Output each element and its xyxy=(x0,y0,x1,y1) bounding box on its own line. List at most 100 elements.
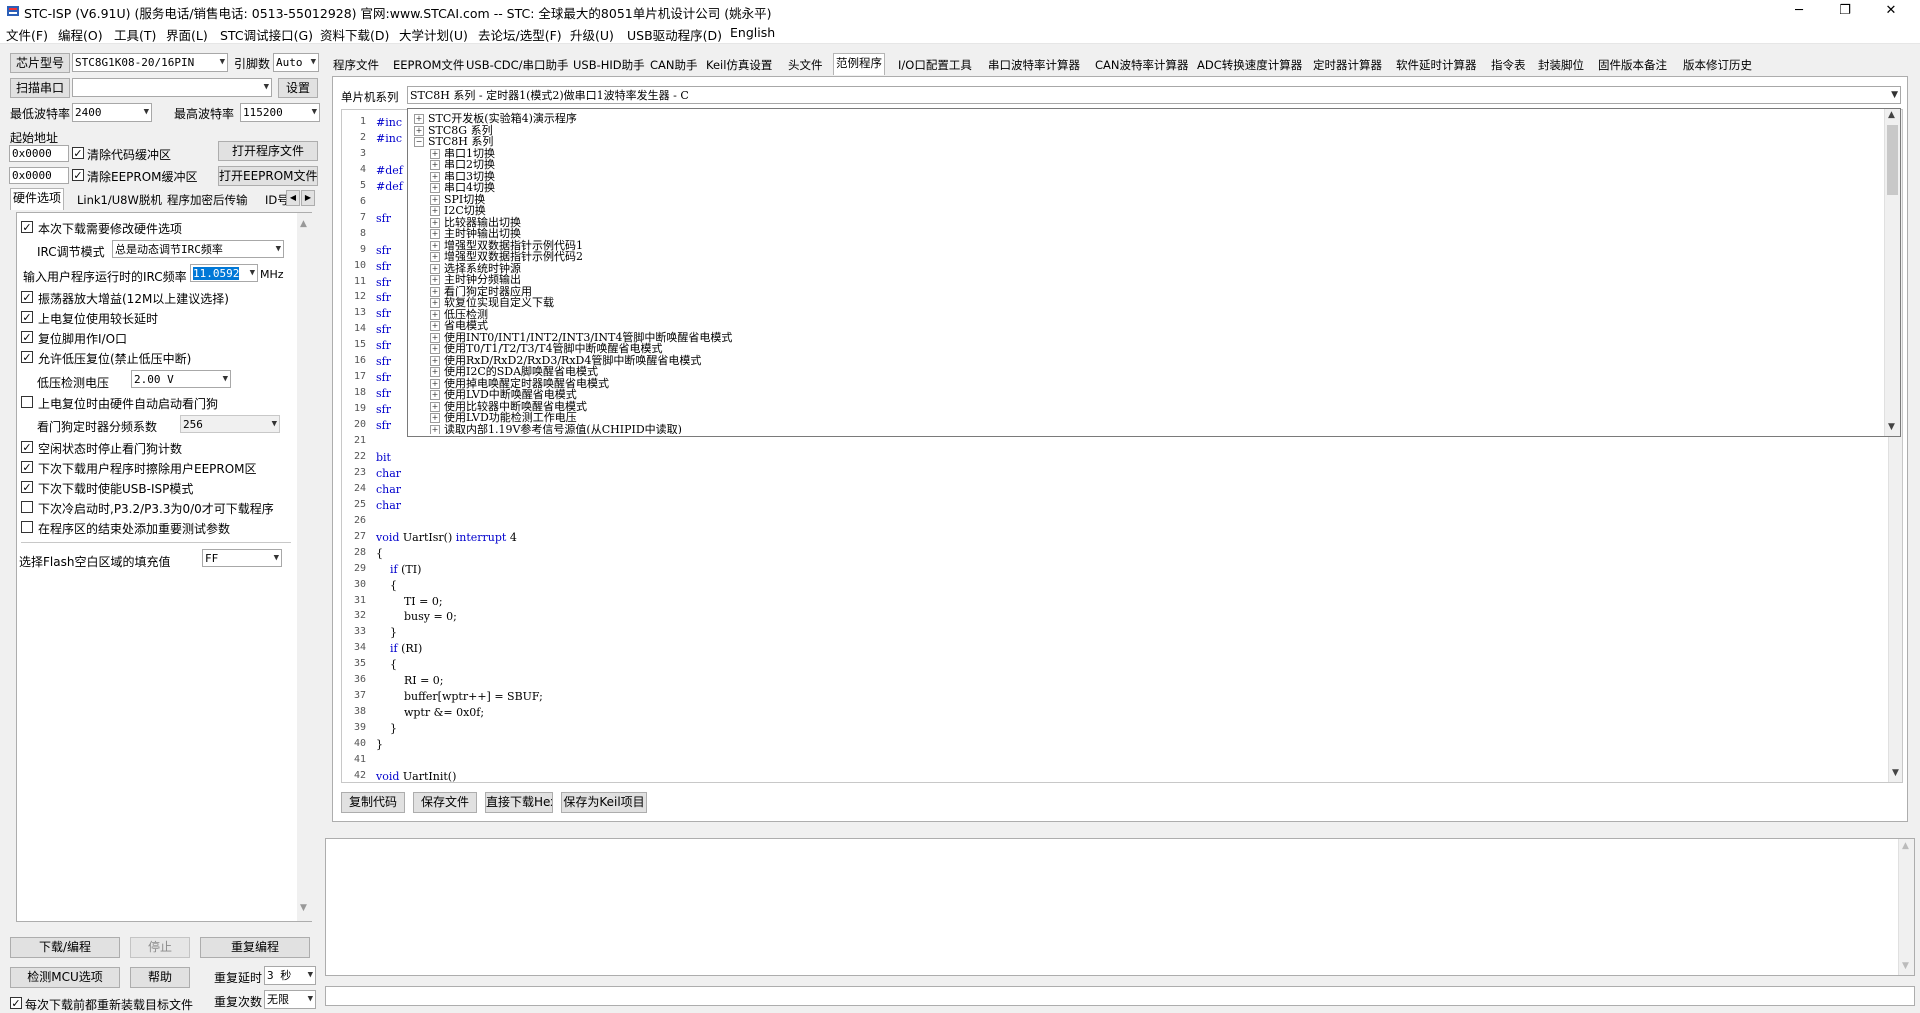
scan-port-button[interactable]: 扫描串口 xyxy=(10,78,70,98)
menu-program[interactable]: 编程(O) xyxy=(58,25,103,44)
expand-icon[interactable]: + xyxy=(430,378,440,389)
tab-revision-history[interactable]: 版本修订历史 xyxy=(1680,55,1755,75)
open-program-button[interactable]: 打开程序文件 xyxy=(218,141,318,161)
tree-scroll-thumb[interactable] xyxy=(1887,125,1898,195)
tab-hardware-options[interactable]: 硬件选项 xyxy=(10,188,65,210)
osc-gain-checkbox[interactable]: ✓ xyxy=(21,291,33,303)
tab-usb-hid[interactable]: USB-HID助手 xyxy=(570,55,648,75)
expand-icon[interactable]: + xyxy=(430,171,440,182)
menu-tools[interactable]: 工具(T) xyxy=(114,25,156,44)
start-address-input-2[interactable]: 0x0000 xyxy=(9,167,69,184)
tab-eeprom-file[interactable]: EEPROM文件 xyxy=(390,55,467,75)
wdt-hw-checkbox[interactable] xyxy=(21,396,33,408)
clear-code-checkbox[interactable]: ✓ xyxy=(72,147,84,159)
expand-icon[interactable]: + xyxy=(430,183,440,193)
wdt-div-select[interactable]: 256 ▼ xyxy=(180,415,280,433)
tree-scrollbar[interactable]: ▲ ▼ xyxy=(1884,109,1900,436)
expand-icon[interactable]: + xyxy=(414,114,424,124)
download-program-button[interactable]: 下载/编程 xyxy=(10,937,120,958)
expand-icon[interactable]: + xyxy=(430,160,440,170)
scroll-down-icon[interactable]: ▼ xyxy=(300,903,307,913)
tree-item[interactable]: + 读取内部1.19V参考信号源值(从CHIPID中读取) xyxy=(430,423,682,434)
expand-icon[interactable]: + xyxy=(430,194,440,205)
tab-adc-speed[interactable]: ADC转换速度计算器 xyxy=(1194,55,1305,75)
scroll-up-icon[interactable]: ▲ xyxy=(300,219,307,229)
menu-docs[interactable]: 资料下载(D) xyxy=(320,25,389,44)
max-baud-select[interactable]: 115200 ▼ xyxy=(240,103,320,122)
log-scrollbar[interactable]: ▲ ▼ xyxy=(1898,839,1914,975)
modify-hw-checkbox[interactable]: ✓ xyxy=(21,221,33,233)
help-button[interactable]: 帮助 xyxy=(130,967,190,988)
flash-fill-select[interactable]: FF ▼ xyxy=(202,549,282,567)
chip-model-select[interactable]: STC8G1K08-20/16PIN ▼ xyxy=(72,53,228,72)
clear-eeprom-checkbox[interactable]: ✓ xyxy=(72,169,84,181)
close-button[interactable]: ✕ xyxy=(1868,0,1914,22)
scroll-down-icon[interactable]: ▼ xyxy=(1892,768,1899,778)
expand-icon[interactable]: + xyxy=(430,286,440,297)
tab-examples[interactable]: 范例程序 xyxy=(833,53,885,75)
menu-upgrade[interactable]: 升级(U) xyxy=(570,25,614,44)
menu-stc-debug[interactable]: STC调试接口(G) xyxy=(220,25,313,44)
usb-isp-checkbox[interactable]: ✓ xyxy=(21,481,33,493)
tab-can[interactable]: CAN助手 xyxy=(647,55,701,75)
expand-icon[interactable]: + xyxy=(430,401,440,412)
tab-can-baud[interactable]: CAN波特率计算器 xyxy=(1092,55,1192,75)
expand-icon[interactable]: + xyxy=(430,252,440,262)
example-tree-dropdown[interactable]: + STC开发板(实验箱4)演示程序 + STC8G 系列 − STC8H 系列 + 串口1切… xyxy=(407,108,1901,437)
save-file-button[interactable]: 保存文件 xyxy=(413,792,477,813)
expand-icon[interactable]: + xyxy=(430,309,440,320)
idle-wdt-checkbox[interactable]: ✓ xyxy=(21,441,33,453)
expand-icon[interactable]: + xyxy=(430,148,440,159)
tab-usb-cdc[interactable]: USB-CDC/串口助手 xyxy=(463,55,572,75)
scroll-up-icon[interactable]: ▲ xyxy=(1888,110,1895,120)
port-select[interactable]: ▼ xyxy=(72,78,272,97)
tab-scroll-right-icon[interactable]: ▶ xyxy=(301,190,315,206)
tab-encrypt[interactable]: 程序加密后传输 xyxy=(164,190,251,210)
tab-link1[interactable]: Link1/U8W脱机 xyxy=(74,190,165,210)
menu-interface[interactable]: 界面(L) xyxy=(166,25,208,44)
detect-mcu-button[interactable]: 检测MCU选项 xyxy=(10,967,120,988)
copy-code-button[interactable]: 复制代码 xyxy=(341,792,405,813)
settings-button[interactable]: 设置 xyxy=(278,78,318,98)
menu-english[interactable]: English xyxy=(730,25,775,40)
menu-university[interactable]: 大学计划(U) xyxy=(399,25,468,44)
expand-icon[interactable]: + xyxy=(430,240,440,251)
tab-uart-baud[interactable]: 串口波特率计算器 xyxy=(985,55,1083,75)
menu-file[interactable]: 文件(F) xyxy=(6,25,48,44)
tab-firmware-notes[interactable]: 固件版本备注 xyxy=(1595,55,1670,75)
expand-icon[interactable]: + xyxy=(430,413,440,423)
minimize-button[interactable]: ─ xyxy=(1776,0,1822,22)
tab-program-file[interactable]: 程序文件 xyxy=(330,55,382,75)
expand-icon[interactable]: + xyxy=(430,332,440,343)
hw-scrollbar[interactable]: ▲ ▼ xyxy=(297,213,312,921)
tab-instructions[interactable]: 指令表 xyxy=(1488,55,1529,75)
reprogram-button[interactable]: 重复编程 xyxy=(200,937,310,958)
chip-model-button[interactable]: 芯片型号 xyxy=(10,53,70,73)
test-params-checkbox[interactable] xyxy=(21,521,33,533)
expand-icon[interactable]: + xyxy=(430,424,440,434)
expand-icon[interactable]: + xyxy=(430,206,440,216)
expand-icon[interactable]: + xyxy=(430,229,440,239)
expand-icon[interactable]: + xyxy=(430,263,440,274)
erase-eeprom-checkbox[interactable]: ✓ xyxy=(21,461,33,473)
expand-icon[interactable]: + xyxy=(430,390,440,400)
collapse-icon[interactable]: − xyxy=(414,137,424,147)
tab-timer-calc[interactable]: 定时器计算器 xyxy=(1310,55,1385,75)
tab-package[interactable]: 封装脚位 xyxy=(1535,55,1587,75)
pins-select[interactable]: Auto ▼ xyxy=(273,53,319,72)
reset-io-checkbox[interactable]: ✓ xyxy=(21,331,33,343)
power-delay-checkbox[interactable]: ✓ xyxy=(21,311,33,323)
expand-icon[interactable]: + xyxy=(430,217,440,228)
open-eeprom-button[interactable]: 打开EEPROM文件 xyxy=(218,166,318,186)
download-hex-button[interactable]: 直接下载Hex xyxy=(485,792,553,813)
start-address-input-1[interactable]: 0x0000 xyxy=(9,145,69,162)
repeat-count-select[interactable]: 无限 ▼ xyxy=(264,990,316,1009)
tab-header[interactable]: 头文件 xyxy=(785,55,826,75)
expand-icon[interactable]: + xyxy=(430,275,440,285)
expand-icon[interactable]: + xyxy=(430,321,440,331)
tab-delay-calc[interactable]: 软件延时计算器 xyxy=(1393,55,1480,75)
irc-mode-select[interactable]: 总是动态调节IRC频率 ▼ xyxy=(112,240,284,258)
stop-button[interactable]: 停止 xyxy=(130,937,190,958)
lvr-checkbox[interactable]: ✓ xyxy=(21,351,33,363)
p32p33-checkbox[interactable] xyxy=(21,501,33,513)
